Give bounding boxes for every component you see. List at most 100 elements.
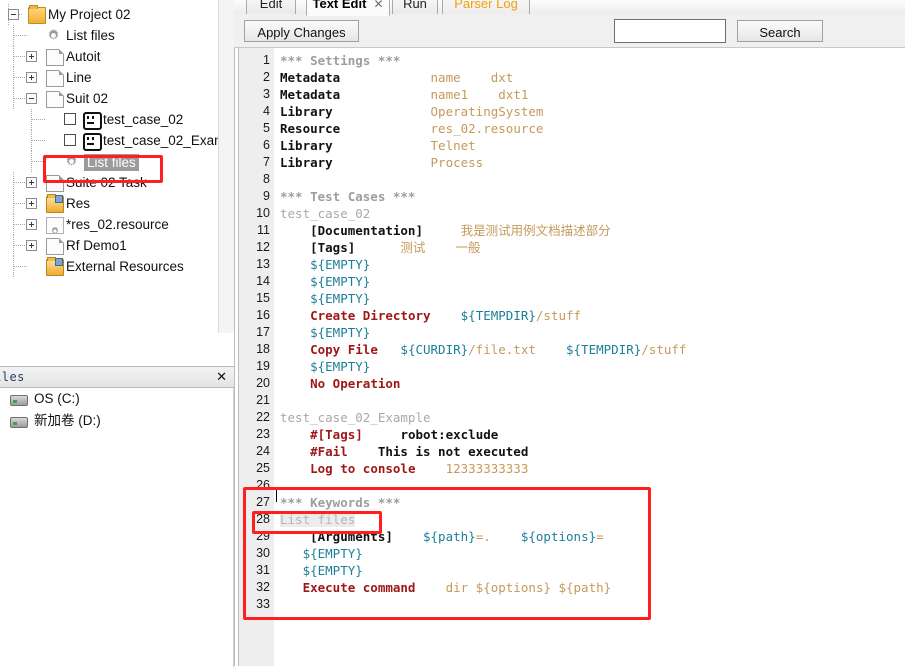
code-line[interactable]: 10 test_case_02 — [234, 205, 905, 222]
code-token: [Arguments] — [280, 529, 393, 544]
tree-item-checkbox[interactable] — [64, 134, 76, 146]
project-tree-panel[interactable]: My Project 02 List files Autoit Line Suit 02… — [0, 0, 234, 340]
robot-framework-ride-window: My Project 02 List files Autoit Line Suit 02… — [0, 0, 905, 667]
code-line[interactable]: 4 Library OperatingSystem — [234, 103, 905, 120]
code-line[interactable]: 27 *** Keywords *** — [234, 494, 905, 511]
tree-item-res[interactable]: Res — [0, 193, 215, 214]
expand-icon[interactable] — [26, 51, 37, 62]
code-line[interactable]: 18 Copy File ${CURDIR}/file.txt ${TEMPDI… — [234, 341, 905, 358]
collapse-icon[interactable] — [26, 93, 37, 104]
tree-item-rf-demo1[interactable]: Rf Demo1 — [0, 235, 215, 256]
expand-icon[interactable] — [26, 177, 37, 188]
line-number: 31 — [256, 563, 270, 577]
tree-item-line[interactable]: Line — [0, 67, 215, 88]
search-input[interactable] — [614, 19, 726, 43]
tree-guide — [13, 182, 27, 183]
tree-item-suite-02-task[interactable]: Suite 02 Task — [0, 172, 215, 193]
tree-item-suit-02[interactable]: Suit 02 — [0, 88, 215, 109]
editor-toolbar: Apply Changes Search — [234, 14, 905, 48]
expand-icon[interactable] — [26, 219, 37, 230]
files-panel-titlebar: iles ✕ — [0, 366, 234, 388]
code-line[interactable]: 32 Execute command dir ${options} ${path… — [234, 579, 905, 596]
expand-icon[interactable] — [26, 72, 37, 83]
drive-list[interactable]: OS (C:) 新加卷 (D:) — [0, 388, 234, 667]
code-line[interactable]: 15 ${EMPTY} — [234, 290, 905, 307]
tree-item-list-files[interactable]: List files — [0, 151, 215, 172]
close-icon[interactable]: ✕ — [216, 369, 227, 385]
code-token: This is not executed — [377, 444, 529, 459]
code-line[interactable]: 25 Log to console 12333333333 — [234, 460, 905, 477]
tab-text-edit[interactable]: Text Edit ✕ — [306, 0, 390, 16]
code-line[interactable]: 26 — [234, 477, 905, 494]
code-line[interactable]: 29 [Arguments] ${path}=. ${options}= — [234, 528, 905, 545]
tree-item-label: List files — [84, 154, 139, 171]
expand-icon[interactable] — [26, 198, 37, 209]
code-line[interactable]: 33 — [234, 596, 905, 613]
text-editor[interactable]: 1 *** Settings *** 2 Metadata name dxt 3 Meta… — [234, 48, 905, 666]
code-line[interactable]: 3 Metadata name1 dxt1 — [234, 86, 905, 103]
code-line[interactable]: 23 #[Tags] robot:exclude — [234, 426, 905, 443]
tab-bar[interactable]: Edit Text Edit ✕ Run Parser Log — [234, 0, 905, 16]
drive-list-item[interactable]: 新加卷 (D:) — [0, 410, 233, 432]
code-line[interactable]: 9 *** Test Cases *** — [234, 188, 905, 205]
code-text: *** Settings *** — [280, 52, 400, 69]
code-line[interactable]: 31 ${EMPTY} — [234, 562, 905, 579]
tree-item-autoit[interactable]: Autoit — [0, 46, 215, 67]
apply-changes-button[interactable]: Apply Changes — [244, 20, 359, 42]
code-line[interactable]: 8 — [234, 171, 905, 188]
code-line[interactable]: 28 List files — [234, 511, 905, 528]
tree-item-test-case-02[interactable]: test_case_02 — [0, 109, 215, 130]
drive-list-item[interactable]: OS (C:) — [0, 388, 233, 410]
tab-edit[interactable]: Edit — [246, 0, 296, 15]
tree-item-external-resources[interactable]: External Resources — [0, 256, 215, 277]
code-line[interactable]: 14 ${EMPTY} — [234, 273, 905, 290]
tree-item-list-files[interactable]: List files — [0, 25, 215, 46]
tab-run[interactable]: Run — [392, 0, 438, 15]
code-token: Metadata — [280, 70, 341, 85]
test-case-icon — [83, 133, 102, 151]
project-tree[interactable]: My Project 02 List files Autoit Line Suit 02… — [0, 4, 234, 277]
code-token: [Tags] — [280, 240, 356, 255]
code-line[interactable]: 24 #Fail This is not executed — [234, 443, 905, 460]
code-line[interactable]: 6 Library Telnet — [234, 137, 905, 154]
tree-item-res-02-resource[interactable]: *res_02.resource — [0, 214, 215, 235]
expand-icon[interactable] — [26, 240, 37, 251]
collapse-icon[interactable] — [8, 9, 19, 20]
tab-label: Parser Log — [454, 0, 518, 11]
search-button[interactable]: Search — [737, 20, 823, 42]
code-content[interactable]: 1 *** Settings *** 2 Metadata name dxt 3 Meta… — [234, 52, 905, 613]
code-line[interactable]: 2 Metadata name dxt — [234, 69, 905, 86]
code-line[interactable]: 11 [Documentation] 我是测试用例文档描述部分 — [234, 222, 905, 239]
tree-vertical-scrollbar[interactable] — [218, 0, 234, 333]
tree-item-my-project-02[interactable]: My Project 02 — [0, 4, 215, 25]
code-text: No Operation — [280, 375, 400, 392]
code-line[interactable]: 16 Create Directory ${TEMPDIR}/stuff — [234, 307, 905, 324]
code-line[interactable]: 19 ${EMPTY} — [234, 358, 905, 375]
code-line[interactable]: 5 Resource res_02.resource — [234, 120, 905, 137]
tree-item-label: Res — [66, 196, 91, 211]
tab-parser-log[interactable]: Parser Log — [442, 0, 530, 15]
code-line[interactable]: 22 test_case_02_Example — [234, 409, 905, 426]
tree-item-test-case-02-example[interactable]: test_case_02_Example — [0, 130, 234, 151]
code-line[interactable]: 17 ${EMPTY} — [234, 324, 905, 341]
tree-guide — [13, 203, 27, 204]
code-line[interactable]: 13 ${EMPTY} — [234, 256, 905, 273]
tree-item-label: External Resources — [66, 259, 184, 274]
code-line[interactable]: 30 ${EMPTY} — [234, 545, 905, 562]
code-line[interactable]: 21 — [234, 392, 905, 409]
code-line[interactable]: 20 No Operation — [234, 375, 905, 392]
code-text: List files — [280, 511, 356, 528]
tree-item-checkbox[interactable] — [64, 113, 76, 125]
code-line[interactable]: 7 Library Process — [234, 154, 905, 171]
code-text: ${EMPTY} — [280, 290, 370, 307]
code-line[interactable]: 12 [Tags] 测试 一般 — [234, 239, 905, 256]
code-token: *** Keywords *** — [280, 495, 401, 510]
close-icon[interactable]: ✕ — [373, 0, 383, 11]
code-line[interactable]: 1 *** Settings *** — [234, 52, 905, 69]
code-token: ${EMPTY} — [302, 563, 363, 578]
